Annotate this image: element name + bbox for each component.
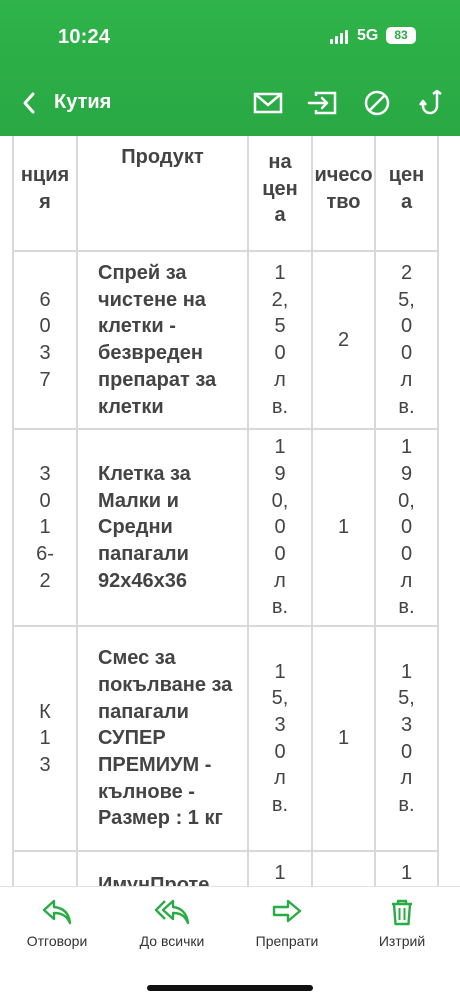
forward-arrow-icon bbox=[272, 899, 302, 923]
column-header-product: Продукт bbox=[76, 136, 249, 252]
column-header-code: нция я bbox=[12, 136, 78, 252]
cell-code bbox=[12, 850, 78, 886]
cell-total: 1 9 0, 0 0 л в. bbox=[374, 428, 439, 628]
cell-product-link[interactable]: ИмунПроте bbox=[76, 850, 249, 886]
column-header-total: цен а bbox=[374, 136, 439, 252]
mail-icon[interactable] bbox=[252, 88, 284, 118]
reply-all-icon bbox=[154, 899, 190, 925]
cell-total: 1 5, 3 0 л в. bbox=[374, 625, 439, 853]
table-row: К 1 3 Смес за покълване за папагали СУПЕ… bbox=[12, 625, 439, 853]
delete-button[interactable]: Изтрий bbox=[352, 897, 452, 949]
trash-icon bbox=[392, 899, 412, 926]
block-icon[interactable] bbox=[361, 88, 393, 118]
reply-all-button[interactable]: До всички bbox=[122, 897, 222, 949]
chevron-left-icon[interactable] bbox=[18, 88, 42, 118]
battery-level: 83 bbox=[394, 28, 408, 42]
reply-button[interactable]: Отговори bbox=[7, 897, 107, 949]
battery-icon: 83 bbox=[386, 27, 416, 44]
cell-total: 1 5 bbox=[374, 850, 439, 886]
reply-label: Отговори bbox=[26, 933, 88, 949]
column-header-quantity: ичесо тво bbox=[311, 136, 376, 252]
forward-button[interactable]: Препрати bbox=[237, 897, 337, 949]
table-row: 6 0 3 7 Спрей за чистене на клетки - без… bbox=[12, 249, 439, 431]
signal-icon bbox=[330, 30, 352, 44]
network-type: 5G bbox=[357, 27, 379, 44]
order-table-viewport[interactable]: нция я Продукт на цен а ичесо тво цен а … bbox=[0, 136, 460, 886]
cell-product-link[interactable]: Спрей за чистене на клетки - безвреден п… bbox=[76, 249, 249, 431]
cell-code: 3 0 1 6- 2 bbox=[12, 428, 78, 628]
reply-icon bbox=[42, 899, 72, 925]
cell-price: 1 2, 5 0 л в. bbox=[247, 249, 313, 431]
table-row: 3 0 1 6- 2 Клетка за Малки и Средни папа… bbox=[12, 428, 439, 628]
table-header-row: нция я Продукт на цен а ичесо тво цен а bbox=[12, 136, 439, 252]
cell-product-link[interactable]: Смес за покълване за папагали СУПЕР ПРЕМ… bbox=[76, 625, 249, 853]
home-indicator[interactable] bbox=[147, 985, 313, 991]
column-header-price: на цен а bbox=[247, 136, 313, 252]
cell-price: 1 5, 3 0 л в. bbox=[247, 625, 313, 853]
cell-quantity: 1 bbox=[311, 428, 376, 628]
reply-all-label: До всички bbox=[139, 933, 205, 949]
order-table: нция я Продукт на цен а ичесо тво цен а … bbox=[12, 136, 439, 886]
table-row: ИмунПроте 1 5 1 5 bbox=[12, 850, 439, 886]
cell-price: 1 9 0, 0 0 л в. bbox=[247, 428, 313, 628]
cell-quantity bbox=[311, 850, 376, 886]
cell-total: 2 5, 0 0 л в. bbox=[374, 249, 439, 431]
status-time: 10:24 bbox=[58, 26, 111, 48]
cell-quantity: 1 bbox=[311, 625, 376, 853]
cell-quantity: 2 bbox=[311, 249, 376, 431]
cell-price: 1 5 bbox=[247, 850, 313, 886]
cell-product-link[interactable]: Клетка за Малки и Средни папагали 92x46x… bbox=[76, 428, 249, 628]
hook-icon[interactable] bbox=[415, 88, 447, 118]
forward-label: Препрати bbox=[255, 933, 319, 949]
delete-label: Изтрий bbox=[378, 933, 426, 949]
cell-code: К 1 3 bbox=[12, 625, 78, 853]
cell-code: 6 0 3 7 bbox=[12, 249, 78, 431]
move-to-icon[interactable] bbox=[306, 88, 338, 118]
bottom-toolbar: Отговори До всички Препрати Изтрий bbox=[0, 886, 460, 1001]
app-header: 10:24 5G 83 Кутия bbox=[0, 0, 460, 136]
page-title: Кутия bbox=[54, 91, 112, 113]
